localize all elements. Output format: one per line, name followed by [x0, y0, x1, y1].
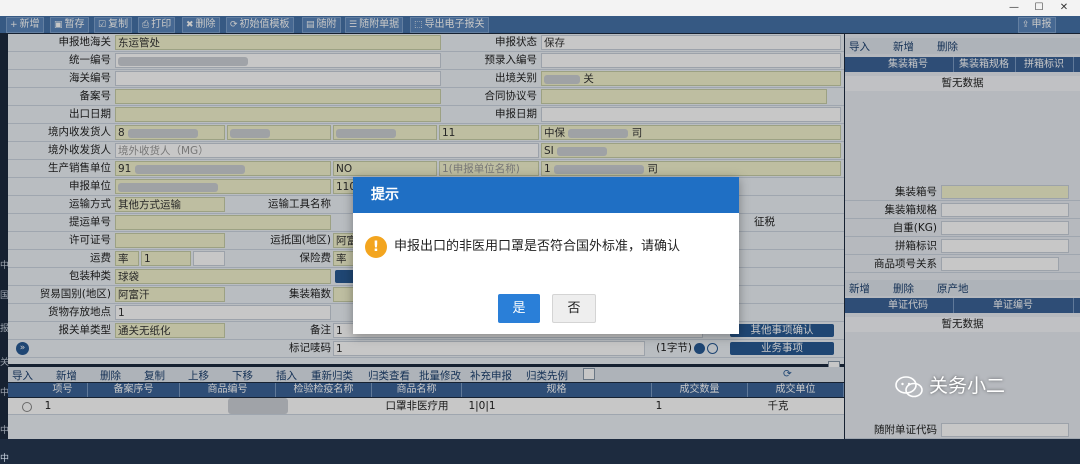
- watermark: 关务小二: [895, 371, 1005, 401]
- confirm-dialog: 提示 ! 申报出口的非医用口罩是否符合国外标准，请确认 是 否: [353, 177, 739, 334]
- close-icon[interactable]: ✕: [1053, 0, 1075, 16]
- no-button[interactable]: 否: [552, 294, 596, 323]
- watermark-text: 关务小二: [929, 375, 1006, 397]
- dialog-message: 申报出口的非医用口罩是否符合国外标准，请确认: [394, 239, 681, 254]
- warning-icon: !: [365, 236, 387, 258]
- window-titlebar: — ☐ ✕: [0, 0, 1080, 17]
- dialog-title: 提示: [353, 177, 739, 213]
- minimize-icon[interactable]: —: [1003, 0, 1025, 16]
- yes-button[interactable]: 是: [498, 294, 540, 323]
- strip-char: 中: [0, 454, 10, 464]
- wechat-icon: [895, 375, 923, 397]
- maximize-icon[interactable]: ☐: [1028, 0, 1050, 16]
